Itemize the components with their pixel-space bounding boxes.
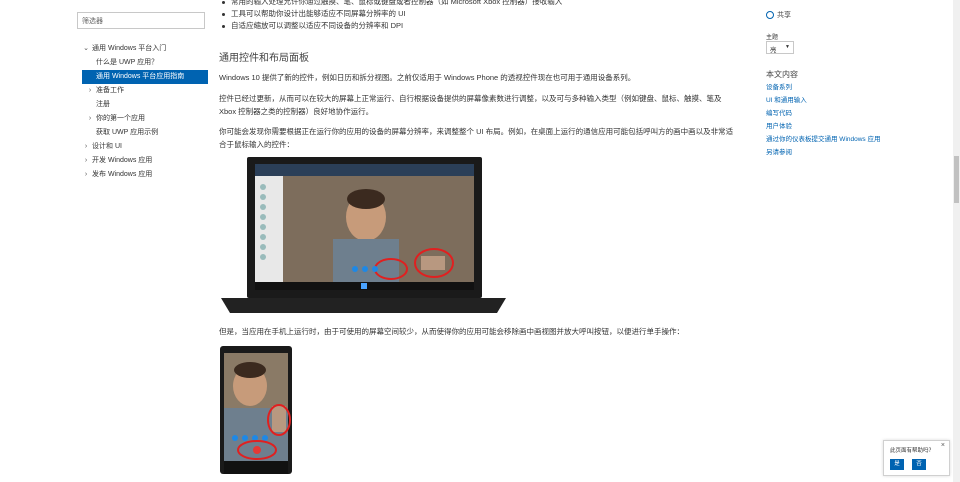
rail-link-write-code[interactable]: 编写代码 bbox=[766, 109, 881, 119]
toc-item-what-is-uwp[interactable]: 什么是 UWP 应用？ bbox=[78, 56, 208, 70]
feedback-popup: 此页面有帮助吗？ × 是 否 bbox=[883, 440, 950, 476]
feedback-no-button[interactable]: 否 bbox=[912, 459, 926, 470]
toc-item-samples[interactable]: 获取 UWP 应用示例 bbox=[78, 126, 208, 140]
section-heading: 通用控件和布局面板 bbox=[219, 53, 309, 64]
toc-item-uwp-guide[interactable]: 通用 Windows 平台应用指南 bbox=[82, 70, 208, 84]
rail-link-user-experience[interactable]: 用户体验 bbox=[766, 122, 881, 132]
share-label: 共享 bbox=[777, 12, 791, 19]
theme-value: 亮 bbox=[770, 47, 777, 54]
list-item: 常用的输入处理允许你通过触摸、笔、鼠标或键盘或者控制器（如 Microsoft … bbox=[219, 0, 739, 8]
toc-item-develop[interactable]: › 开发 Windows 应用 bbox=[78, 154, 208, 168]
toc-item-label: 准备工作 bbox=[96, 87, 124, 94]
left-toc: ⌄ 通用 Windows 平台入门 什么是 UWP 应用？ 通用 Windows … bbox=[78, 42, 208, 182]
close-icon[interactable]: × bbox=[941, 442, 945, 449]
list-item: 自适应缩放可以调整以适应不同设备的分辨率和 DPI bbox=[219, 20, 739, 32]
chevron-down-icon: ▼ bbox=[785, 44, 790, 50]
rail-link-ui-input[interactable]: UI 和通用输入 bbox=[766, 96, 881, 106]
rail-link-see-also[interactable]: 另请参阅 bbox=[766, 148, 881, 158]
scrollbar-thumb[interactable] bbox=[954, 156, 959, 203]
list-item: 工具可以帮助你设计出能够适应不同屏幕分辨率的 UI bbox=[219, 8, 739, 20]
toc-item-uwp-intro[interactable]: ⌄ 通用 Windows 平台入门 bbox=[78, 42, 208, 56]
rail-link-device-families[interactable]: 设备系列 bbox=[766, 83, 881, 93]
toc-item-label: 设计和 UI bbox=[92, 143, 122, 150]
phone-screenshot-image bbox=[220, 346, 292, 474]
feedback-yes-button[interactable]: 是 bbox=[890, 459, 904, 470]
paragraph: 你可能会发现你需要根据正在运行你的应用的设备的屏幕分辨率，来调整整个 UI 布局… bbox=[219, 127, 734, 149]
toc-item-get-started[interactable]: › 准备工作 bbox=[78, 84, 208, 98]
chevron-right-icon: › bbox=[84, 171, 88, 178]
toc-item-design-ui[interactable]: › 设计和 UI bbox=[78, 140, 208, 154]
paragraph: 控件已经过更新，从而可以在较大的屏幕上正常运行、自行根据设备提供的屏幕像素数进行… bbox=[219, 94, 722, 116]
feature-bullet-list: 常用的输入处理允许你通过触摸、笔、鼠标或键盘或者控制器（如 Microsoft … bbox=[219, 0, 739, 32]
chevron-down-icon: ⌄ bbox=[83, 45, 89, 52]
toc-item-label: 通用 Windows 平台入门 bbox=[92, 45, 167, 52]
share-button[interactable]: 共享 bbox=[766, 10, 791, 20]
filter-input[interactable]: 筛选器 bbox=[77, 12, 205, 29]
chevron-right-icon: › bbox=[84, 157, 88, 164]
toc-item-register[interactable]: 注册 bbox=[78, 98, 208, 112]
toc-item-label: 通用 Windows 平台应用指南 bbox=[96, 73, 185, 80]
feedback-question: 此页面有帮助吗？ bbox=[890, 448, 935, 454]
paragraph: Windows 10 提供了新的控件，例如日历和拆分视图。之前仅适用于 Wind… bbox=[219, 73, 636, 82]
rail-link-submit-dashboard[interactable]: 通过你的仪表板提交通用 Windows 应用 bbox=[766, 135, 881, 145]
toc-item-label: 发布 Windows 应用 bbox=[92, 171, 153, 178]
toc-item-publish[interactable]: › 发布 Windows 应用 bbox=[78, 168, 208, 182]
toc-item-label: 什么是 UWP 应用？ bbox=[96, 59, 159, 66]
vertical-scrollbar[interactable] bbox=[953, 0, 960, 482]
laptop-screenshot-image bbox=[221, 157, 506, 313]
theme-label: 主题 bbox=[766, 35, 779, 41]
chevron-right-icon: › bbox=[84, 143, 88, 150]
chevron-right-icon: › bbox=[88, 87, 92, 94]
toc-item-label: 你的第一个应用 bbox=[96, 115, 145, 122]
theme-select[interactable]: 亮 ▼ bbox=[766, 41, 794, 54]
toc-item-label: 注册 bbox=[96, 101, 110, 108]
in-this-article-title: 本文内容 bbox=[766, 70, 798, 79]
toc-item-first-app[interactable]: › 你的第一个应用 bbox=[78, 112, 208, 126]
in-this-article-links: 设备系列 UI 和通用输入 编写代码 用户体验 通过你的仪表板提交通用 Wind… bbox=[766, 83, 881, 161]
toc-item-label: 获取 UWP 应用示例 bbox=[96, 129, 159, 136]
chevron-right-icon: › bbox=[88, 115, 92, 122]
paragraph: 但是，当应用在手机上运行时，由于可使用的屏幕空间较少，从而使得你的应用可能会移除… bbox=[219, 327, 684, 336]
share-icon bbox=[766, 11, 774, 20]
toc-item-label: 开发 Windows 应用 bbox=[92, 157, 153, 164]
